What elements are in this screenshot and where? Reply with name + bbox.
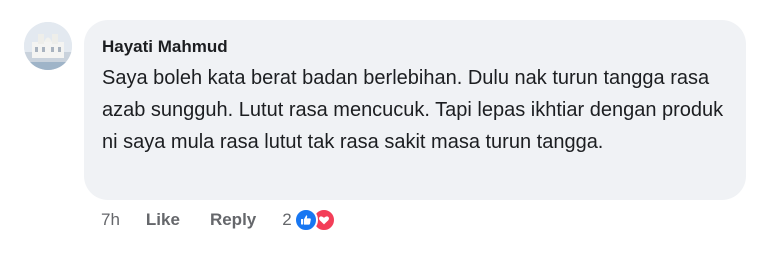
comment-bubble: Hayati Mahmud Saya boleh kata berat bada… — [84, 20, 746, 200]
like-reaction-icon — [293, 208, 318, 232]
comment-text: Saya boleh kata berat badan berlebihan. … — [102, 67, 724, 153]
like-button[interactable]: Like — [146, 210, 180, 230]
reply-button[interactable]: Reply — [210, 210, 256, 230]
avatar[interactable] — [24, 22, 72, 70]
comment-author[interactable]: Hayati Mahmud — [102, 36, 228, 58]
reaction-count: 2 — [282, 210, 292, 229]
reactions-summary[interactable]: 2 — [282, 208, 336, 232]
comment-timestamp[interactable]: 7h — [101, 210, 120, 230]
comment-actions: 7h Like Reply 2 — [101, 208, 336, 232]
